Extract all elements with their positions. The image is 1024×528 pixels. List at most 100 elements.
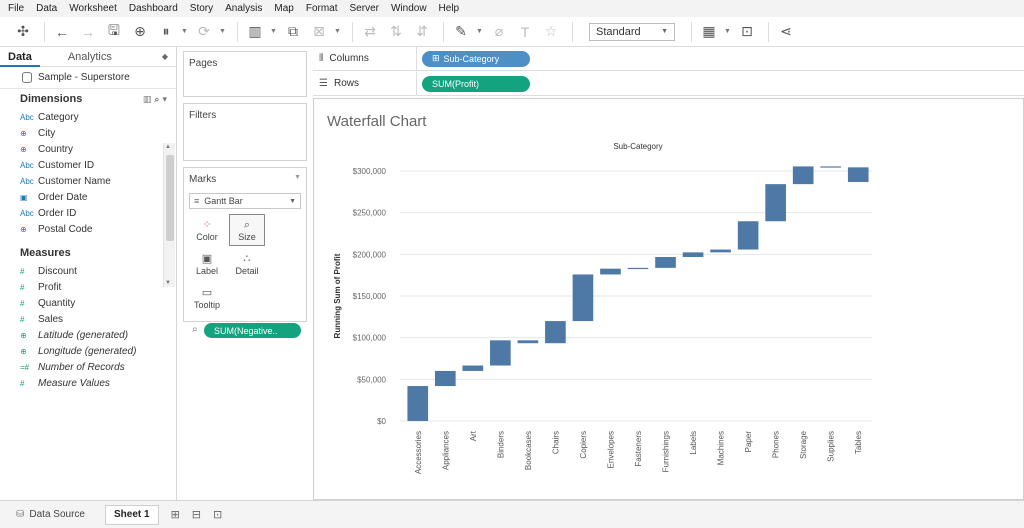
scroll-down-icon[interactable]: ▼ bbox=[165, 280, 171, 286]
scrollbar-thumb[interactable] bbox=[166, 155, 174, 241]
detail-button[interactable]: ∴ Detail bbox=[229, 248, 265, 280]
dimension-field[interactable]: Abc Customer Name bbox=[0, 173, 176, 189]
filters-card[interactable]: Filters bbox=[183, 103, 307, 161]
dimension-field[interactable]: ⊕ City bbox=[0, 125, 176, 141]
waterfall-bar bbox=[792, 166, 814, 185]
field-name: Customer ID bbox=[38, 159, 95, 171]
marks-menu-icon[interactable]: ▼ bbox=[294, 174, 301, 185]
sum-profit-pill[interactable]: SUM(Profit) bbox=[422, 75, 530, 92]
label-button[interactable]: ▣ Label bbox=[189, 248, 225, 280]
measures-title: Measures bbox=[20, 247, 71, 259]
save-icon[interactable]: 🖫 bbox=[103, 21, 125, 43]
chevron-down-icon[interactable]: ▼ bbox=[219, 28, 227, 35]
measure-field[interactable]: # Quantity bbox=[0, 295, 176, 311]
tooltip-label: Tooltip bbox=[193, 300, 220, 310]
menu-server[interactable]: Server bbox=[350, 3, 379, 14]
fix-axes-icon[interactable]: ☆ bbox=[540, 21, 562, 43]
undo-icon[interactable]: ← bbox=[51, 21, 73, 43]
duplicate-sheet-icon[interactable]: ⧉ bbox=[282, 21, 304, 43]
measure-field[interactable]: # Discount bbox=[0, 263, 176, 279]
chevron-down-icon: ▼ bbox=[661, 28, 668, 35]
field-name: Postal Code bbox=[38, 223, 93, 235]
datasource-name: Sample - Superstore bbox=[38, 72, 130, 83]
y-tick-label: $100,000 bbox=[353, 334, 387, 343]
fit-select[interactable]: Standard ▼ bbox=[589, 22, 675, 41]
measure-field[interactable]: # Sales bbox=[0, 311, 176, 327]
show-cards-icon[interactable]: ▦ bbox=[698, 21, 720, 43]
sub-category-pill[interactable]: ⊞ Sub-Category bbox=[422, 50, 530, 67]
mark-buttons: ⁘ Color ⌕ Size ▣ Label ∴ Detail ▭ Toolti… bbox=[184, 209, 306, 315]
chevron-down-icon[interactable]: ▼ bbox=[476, 28, 484, 35]
new-story-icon[interactable]: ⊡ bbox=[213, 508, 222, 521]
dimension-field[interactable]: Abc Customer ID bbox=[0, 157, 176, 173]
dimension-field[interactable]: ▣ Order Date bbox=[0, 189, 176, 205]
pages-card[interactable]: Pages bbox=[183, 51, 307, 97]
chevron-down-icon[interactable]: ▼ bbox=[334, 28, 342, 35]
dimensions-scrollbar[interactable]: ▲ ▼ bbox=[163, 143, 175, 287]
color-button[interactable]: ⁘ Color bbox=[189, 214, 225, 246]
tableau-logo-icon[interactable]: ✣ bbox=[12, 21, 34, 43]
new-datasource-icon[interactable]: ⊕ bbox=[129, 21, 151, 43]
sheet-tab[interactable]: Sheet 1 bbox=[104, 504, 159, 525]
measure-field[interactable]: ⊕ Longitude (generated) bbox=[0, 343, 176, 359]
new-dashboard-icon[interactable]: ⊟ bbox=[192, 508, 201, 521]
globe-icon: ⊕ bbox=[20, 330, 27, 340]
mark-type-select[interactable]: ≡ Gantt Bar ▼ bbox=[189, 193, 301, 209]
measure-field[interactable]: =# Number of Records bbox=[0, 359, 176, 375]
number-type-icon: # bbox=[20, 314, 25, 324]
chevron-down-icon[interactable]: ▼ bbox=[724, 28, 732, 35]
new-worksheet-icon[interactable]: ▥ bbox=[244, 21, 266, 43]
menu-window[interactable]: Window bbox=[391, 3, 427, 14]
size-button[interactable]: ⌕ Size bbox=[229, 214, 265, 246]
menu-data[interactable]: Data bbox=[36, 3, 57, 14]
sort-descending-icon[interactable]: ⇵ bbox=[411, 21, 433, 43]
menu-analysis[interactable]: Analysis bbox=[225, 3, 262, 14]
measure-field[interactable]: # Measure Values bbox=[0, 375, 176, 391]
chevron-down-icon[interactable]: ▼ bbox=[270, 28, 278, 35]
tab-analytics[interactable]: Analytics bbox=[60, 51, 120, 63]
x-tick-label: Tables bbox=[854, 431, 863, 454]
presentation-mode-icon[interactable]: ⊡ bbox=[736, 21, 758, 43]
menu-format[interactable]: Format bbox=[306, 3, 338, 14]
dimensions-tools: ▥⌕▾ bbox=[143, 94, 170, 105]
tooltip-button[interactable]: ▭ Tooltip bbox=[189, 282, 225, 314]
menu-help[interactable]: Help bbox=[439, 3, 460, 14]
pause-updates-icon[interactable]: ⏸ bbox=[155, 21, 177, 43]
clear-sheet-icon[interactable]: ⊠ bbox=[308, 21, 330, 43]
x-tick-label: Supplies bbox=[827, 431, 836, 462]
tab-data[interactable]: Data bbox=[0, 47, 40, 67]
redo-icon[interactable]: → bbox=[77, 21, 99, 43]
field-name: Country bbox=[38, 143, 74, 155]
dimension-field[interactable]: ⊕ Country bbox=[0, 141, 176, 157]
measure-field[interactable]: # Profit bbox=[0, 279, 176, 295]
sort-ascending-icon[interactable]: ⇅ bbox=[385, 21, 407, 43]
menu-file[interactable]: File bbox=[8, 3, 24, 14]
chevron-down-icon[interactable]: ▼ bbox=[181, 28, 189, 35]
marks-header: Marks ▼ bbox=[184, 168, 306, 191]
data-pane-tabs: Data Analytics ◆ bbox=[0, 47, 176, 67]
chevron-down-icon[interactable]: ▾ bbox=[162, 94, 170, 104]
group-members-icon[interactable]: ⌀ bbox=[488, 21, 510, 43]
data-source-tab[interactable]: ⛁ Data Source bbox=[8, 505, 93, 525]
view-as-list-icon[interactable]: ▥ bbox=[143, 94, 155, 104]
dimensions-header: Dimensions ▥⌕▾ bbox=[0, 89, 176, 109]
menu-worksheet[interactable]: Worksheet bbox=[69, 3, 117, 14]
menu-story[interactable]: Story bbox=[190, 3, 213, 14]
datasource-item[interactable]: Sample - Superstore bbox=[0, 67, 176, 89]
dimension-field[interactable]: Abc Order ID bbox=[0, 205, 176, 221]
show-labels-icon[interactable]: T bbox=[514, 21, 536, 43]
measure-field[interactable]: ⊕ Latitude (generated) bbox=[0, 327, 176, 343]
dimension-field[interactable]: Abc Category bbox=[0, 109, 176, 125]
menu-dashboard[interactable]: Dashboard bbox=[129, 3, 178, 14]
swap-rows-columns-icon[interactable]: ⇄ bbox=[359, 21, 381, 43]
share-icon[interactable]: ⋖ bbox=[775, 21, 797, 43]
size-pill[interactable]: SUM(Negative.. bbox=[204, 323, 301, 338]
highlight-icon[interactable]: ✎ bbox=[450, 21, 472, 43]
toolbar-divider bbox=[572, 21, 573, 42]
dimension-field[interactable]: ⊕ Postal Code bbox=[0, 221, 176, 237]
scroll-up-icon[interactable]: ▲ bbox=[165, 144, 171, 150]
refresh-icon[interactable]: ⟳ bbox=[193, 21, 215, 43]
pane-menu-icon[interactable]: ◆ bbox=[162, 52, 168, 61]
new-worksheet-icon[interactable]: ⊞ bbox=[171, 508, 180, 521]
menu-map[interactable]: Map bbox=[274, 3, 293, 14]
